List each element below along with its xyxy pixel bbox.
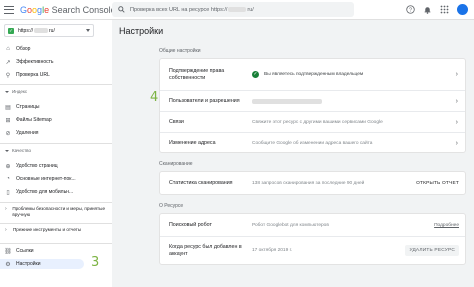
redacted-domain xyxy=(228,7,247,12)
search-icon: ⚲ xyxy=(5,72,11,79)
ownership-verification-row[interactable]: Подтверждение права собственности ✓ Вы яв… xyxy=(160,59,465,90)
sidebar-item-pages[interactable]: ▤ Страницы xyxy=(0,102,112,112)
annotation-number-4: 4 xyxy=(150,90,159,105)
sidebar-item-sitemaps[interactable]: ⊞ Файлы Sitemap xyxy=(0,115,112,125)
search-icon xyxy=(118,6,125,13)
chevron-right-icon: › xyxy=(455,97,458,105)
section-crawling: Сканирование xyxy=(159,161,193,167)
sidebar-item-overview[interactable]: ⌂ Обзор xyxy=(0,44,112,54)
pages-icon: ▤ xyxy=(5,104,11,111)
about-card: Поисковый робот Робот Googlebot для комп… xyxy=(159,213,466,265)
sidebar-item-performance[interactable]: ↗ Эффективность xyxy=(0,57,112,67)
property-url: https:// xyxy=(18,27,34,34)
divider xyxy=(0,202,112,203)
sidebar: ✓ https:// ru/ ⌂ Обзор ↗ Эффективность ⚲… xyxy=(0,20,112,287)
redacted-domain xyxy=(34,28,49,33)
apps-grid-icon[interactable] xyxy=(440,5,449,14)
chevron-right-icon: › xyxy=(455,118,458,126)
collapse-icon xyxy=(5,90,9,93)
learn-more-link[interactable]: Подробнее xyxy=(434,223,459,228)
general-settings-card: Подтверждение права собственности ✓ Вы яв… xyxy=(159,58,466,153)
divider xyxy=(0,84,112,85)
url-inspection-search[interactable]: Проверка всех URL на ресурсе https:// ru… xyxy=(112,2,354,17)
sidebar-item-removals[interactable]: ⊘ Удаления xyxy=(0,128,112,138)
product-name: Search Console xyxy=(51,4,116,15)
crawler-row: Поисковый робот Робот Googlebot для комп… xyxy=(169,221,459,228)
expand-icon: › xyxy=(5,206,7,212)
chevron-right-icon: › xyxy=(455,71,458,78)
sidebar-item-security[interactable]: › Проблемы безопасности и меры, принятые… xyxy=(5,206,105,218)
notifications-icon[interactable] xyxy=(423,5,432,14)
expand-icon: › xyxy=(5,227,7,233)
divider xyxy=(0,223,112,224)
redacted-value xyxy=(252,98,322,104)
open-report-button[interactable]: ОТКРЫТЬ ОТЧЕТ xyxy=(416,181,459,186)
chevron-down-icon xyxy=(86,29,90,32)
trend-icon: ↗ xyxy=(5,59,11,66)
crawl-stats-row[interactable]: Статистика сканирования 138 запросов ска… xyxy=(160,172,465,194)
top-app-bar: Google Search Console Проверка всех URL … xyxy=(0,0,474,20)
app-logo[interactable]: Google Search Console xyxy=(20,5,116,15)
check-circle-icon: ✓ xyxy=(252,71,259,78)
sitemap-icon: ⊞ xyxy=(5,117,11,124)
users-permissions-row[interactable]: Пользователи и разрешения › xyxy=(160,90,465,111)
crawling-card: Статистика сканирования 138 запросов ска… xyxy=(159,171,466,195)
help-icon[interactable]: ? xyxy=(406,5,415,14)
menu-icon[interactable] xyxy=(4,5,14,14)
removals-icon: ⊘ xyxy=(5,130,11,137)
sidebar-item-settings[interactable]: ⚙ Настройки xyxy=(0,259,84,269)
change-of-address-row[interactable]: Изменение адреса Сообщите Google об изме… xyxy=(160,132,465,153)
sidebar-item-mobile-usability[interactable]: ▯ Удобство для мобильн... xyxy=(0,187,112,197)
sidebar-item-page-experience[interactable]: ⊕ Удобство страниц xyxy=(0,161,112,171)
annotation-number-3: 3 xyxy=(91,255,100,270)
property-added-row: Когда ресурс был добавлен в аккаунт 17 о… xyxy=(160,236,465,264)
avatar[interactable] xyxy=(457,4,468,15)
property-selector[interactable]: ✓ https:// ru/ xyxy=(4,24,94,37)
mobile-icon: ▯ xyxy=(6,189,10,196)
svg-text:?: ? xyxy=(409,7,412,13)
sidebar-item-url-inspection[interactable]: ⚲ Проверка URL xyxy=(0,70,112,80)
section-general-settings: Общие настройки xyxy=(159,48,201,54)
page-experience-icon: ⊕ xyxy=(5,163,11,170)
search-placeholder: Проверка всех URL на ресурсе https:// xyxy=(130,6,228,13)
collapse-icon xyxy=(5,149,9,152)
search-suffix: ru/ xyxy=(247,6,254,13)
sidebar-item-web-vitals[interactable]: ◔ Основные интернет-пок... xyxy=(0,174,112,184)
associations-row[interactable]: Связи Свяжите этот ресурс с другими ваши… xyxy=(160,111,465,132)
section-quality[interactable]: Качество xyxy=(5,148,31,153)
sidebar-item-legacy-tools[interactable]: › Прежние инструменты и отчеты xyxy=(5,227,105,233)
home-icon: ⌂ xyxy=(6,46,10,52)
page-title: Настройки xyxy=(119,26,164,36)
divider xyxy=(0,143,112,144)
chevron-right-icon: › xyxy=(455,139,458,147)
remove-property-button[interactable]: УДАЛИТЬ РЕСУРС xyxy=(405,245,459,256)
section-about: О Ресурсе xyxy=(159,203,184,209)
verified-check-icon: ✓ xyxy=(8,27,14,34)
web-vitals-icon: ◔ xyxy=(6,176,10,182)
section-index[interactable]: Индекс xyxy=(5,89,27,94)
links-icon: ⛓ xyxy=(4,248,12,255)
gear-icon: ⚙ xyxy=(5,261,11,268)
divider xyxy=(0,243,112,244)
